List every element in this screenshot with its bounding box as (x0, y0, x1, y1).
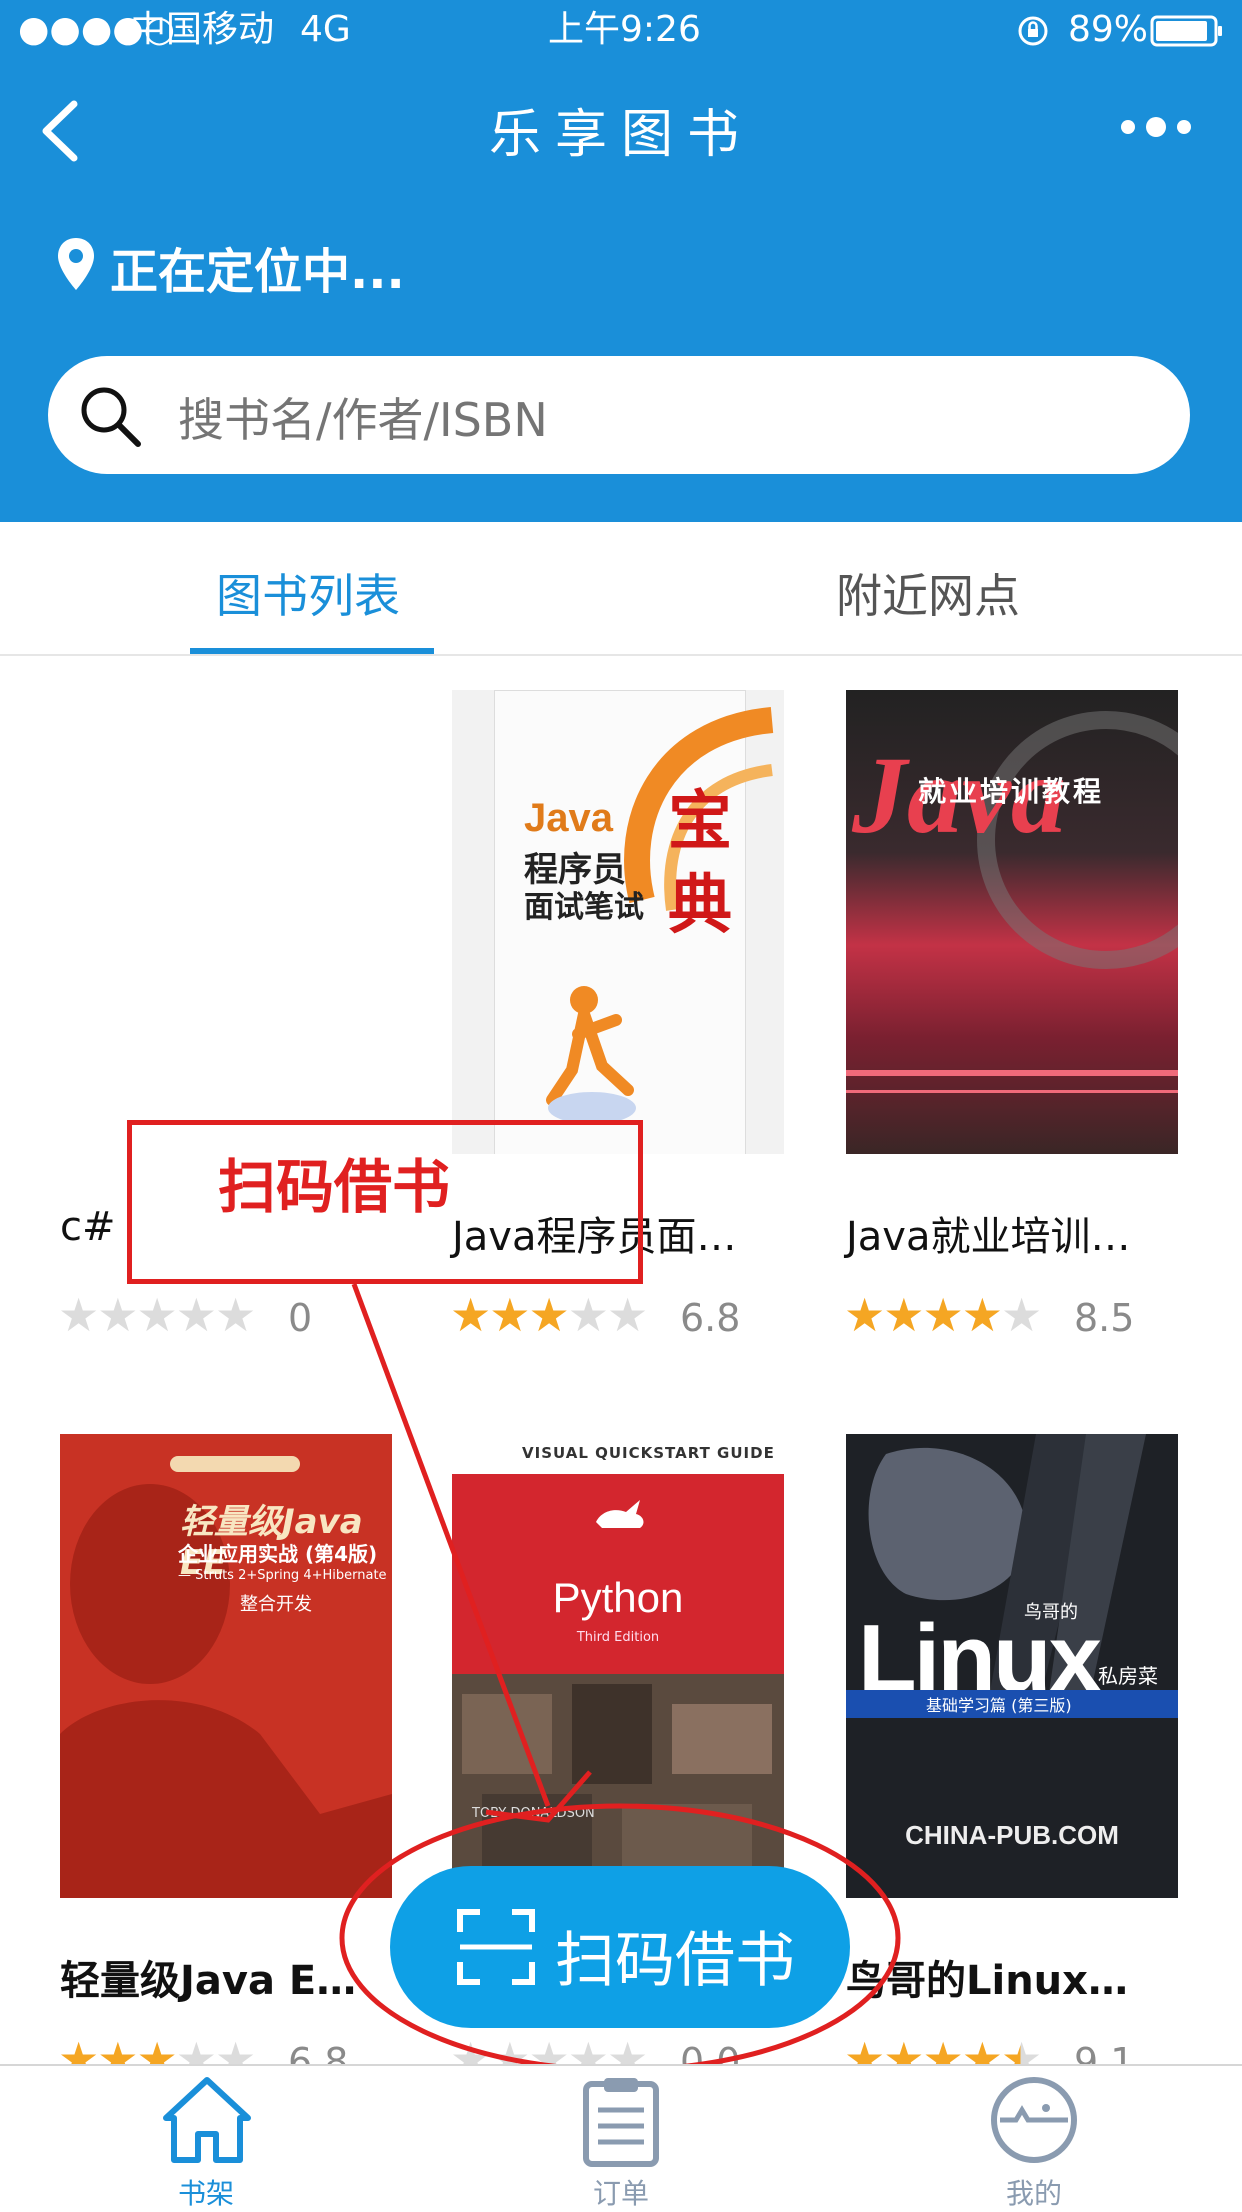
tabbar-label-mine[interactable]: 我的 (1006, 2172, 1062, 2212)
scan-borrow-label: 扫码借书 (555, 1926, 795, 1996)
profile-icon[interactable] (988, 2074, 1080, 2166)
tabbar-label-orders[interactable]: 订单 (593, 2172, 649, 2212)
clipboard-icon[interactable] (580, 2074, 662, 2168)
home-icon[interactable] (160, 2074, 254, 2164)
tabbar-label-bookshelf[interactable]: 书架 (178, 2172, 234, 2212)
scan-frame-icon (457, 1909, 535, 1985)
